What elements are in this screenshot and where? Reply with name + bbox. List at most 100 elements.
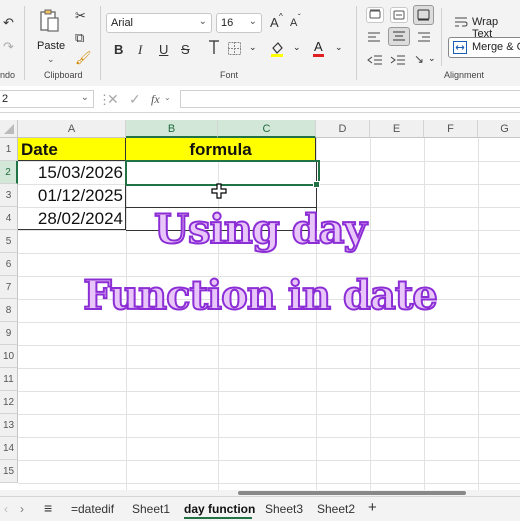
- chevron-down-icon[interactable]: ⌄: [293, 42, 301, 53]
- align-center-button[interactable]: [388, 27, 410, 46]
- chevron-down-icon: ⌄: [248, 16, 257, 27]
- sheet-tabs-bar: ‹ › ≡ =datedif Sheet1 day function Sheet…: [0, 496, 520, 521]
- font-name-dropdown[interactable]: Arial ⌄: [106, 13, 212, 33]
- grow-font-icon[interactable]: A: [270, 16, 279, 29]
- font-name-value: Arial: [111, 17, 134, 29]
- font-size-dropdown[interactable]: 16 ⌄: [216, 13, 262, 33]
- align-right-icon[interactable]: [417, 30, 431, 48]
- chevron-down-icon: ⌄: [198, 16, 207, 27]
- row-header[interactable]: 11: [0, 368, 18, 391]
- insert-function-button[interactable]: fx: [151, 92, 160, 107]
- font-color-icon[interactable]: A: [313, 39, 324, 57]
- separator: [356, 6, 357, 80]
- scroll-left-icon[interactable]: ‹: [4, 502, 8, 516]
- alignment-group-label: Alignment: [444, 70, 485, 80]
- sheet-tab[interactable]: Sheet2: [317, 502, 355, 516]
- column-header-d[interactable]: D: [316, 120, 370, 138]
- sheet-tab[interactable]: Sheet1: [132, 502, 170, 516]
- bold-button[interactable]: B: [114, 43, 123, 56]
- row-header[interactable]: 13: [0, 414, 18, 437]
- fill-handle[interactable]: [313, 181, 320, 188]
- cell-a2[interactable]: 15/03/2026: [18, 161, 126, 184]
- redo-icon[interactable]: ↷: [3, 40, 14, 53]
- shrink-font-icon[interactable]: A: [290, 18, 297, 29]
- merge-icon: [453, 41, 467, 57]
- cut-icon[interactable]: ✂: [75, 9, 86, 22]
- italic-button[interactable]: I: [138, 43, 142, 56]
- font-effects-icon[interactable]: [208, 40, 220, 61]
- sheet-tab[interactable]: Sheet3: [265, 502, 303, 516]
- overlay-title-line2: Function in date: [82, 271, 439, 320]
- confirm-entry-icon[interactable]: ✓: [129, 91, 141, 108]
- scroll-right-icon[interactable]: ›: [20, 502, 24, 516]
- row-header[interactable]: 10: [0, 345, 18, 368]
- sheet-tab-active[interactable]: day function: [184, 502, 255, 516]
- font-size-value: 16: [221, 17, 234, 29]
- gridline: [18, 368, 520, 369]
- clipboard-group-label: Clipboard: [44, 70, 83, 80]
- strikethrough-button[interactable]: S: [181, 43, 190, 56]
- scrollbar-thumb[interactable]: [238, 491, 466, 495]
- gridline: [18, 391, 520, 392]
- decrease-indent-icon[interactable]: [367, 53, 383, 71]
- sheet-tab[interactable]: =datedif: [71, 502, 114, 516]
- cancel-entry-icon[interactable]: ✕: [107, 91, 119, 108]
- chevron-down-icon[interactable]: ⌄: [335, 42, 343, 53]
- overlay-title-line1: Using day: [153, 205, 368, 254]
- align-bottom-button[interactable]: [413, 5, 434, 25]
- copy-icon[interactable]: ⧉: [75, 31, 84, 44]
- font-color-glyph: A: [314, 39, 323, 54]
- formula-bar: 2 ⌄ ⋮ ✕ ✓ fx ⌄: [0, 86, 520, 113]
- cell-b1-c1-merged[interactable]: formula: [126, 138, 316, 161]
- borders-icon[interactable]: [228, 42, 241, 60]
- paste-dropdown-icon[interactable]: ⌄: [47, 54, 55, 65]
- gridline: [18, 322, 520, 323]
- row-header[interactable]: 3: [0, 184, 18, 207]
- underline-button[interactable]: U: [159, 43, 168, 56]
- row-header[interactable]: 12: [0, 391, 18, 414]
- row-header[interactable]: 14: [0, 437, 18, 460]
- increase-indent-icon[interactable]: [390, 53, 406, 71]
- select-all-corner[interactable]: [0, 120, 18, 138]
- align-left-icon[interactable]: [367, 30, 381, 48]
- name-box[interactable]: 2 ⌄: [0, 90, 94, 108]
- cell-a1[interactable]: Date: [18, 138, 126, 161]
- row-header[interactable]: 2: [0, 161, 18, 184]
- all-sheets-menu-icon[interactable]: ≡: [44, 500, 52, 516]
- column-header-a[interactable]: A: [18, 120, 126, 138]
- column-header-e[interactable]: E: [370, 120, 424, 138]
- column-header-f[interactable]: F: [424, 120, 478, 138]
- format-painter-icon[interactable]: 🖌: [75, 51, 92, 64]
- row-header[interactable]: 1: [0, 138, 18, 161]
- grow-arrow-icon: ^: [279, 12, 283, 21]
- orientation-icon[interactable]: ↘: [414, 52, 424, 66]
- cell-a3[interactable]: 01/12/2025: [18, 184, 126, 207]
- align-top-button[interactable]: [366, 7, 384, 23]
- chevron-down-icon: ⌄: [164, 93, 171, 102]
- column-header-g[interactable]: G: [478, 120, 520, 138]
- name-box-value: 2: [2, 93, 9, 105]
- ribbon: ↶ ↷ ndo Paste ⌄ ✂ ⧉ 🖌 Clipboard Arial ⌄ …: [0, 0, 520, 87]
- formula-input[interactable]: [180, 90, 520, 108]
- undo-icon[interactable]: ↶: [3, 16, 14, 29]
- fill-color-icon[interactable]: [270, 40, 284, 63]
- column-header-b[interactable]: B: [126, 120, 218, 138]
- shrink-arrow-icon: ˇ: [298, 13, 301, 22]
- merge-center-button[interactable]: Merge & C: [448, 37, 520, 58]
- chevron-down-icon: ⌄: [80, 92, 89, 103]
- align-middle-button[interactable]: [390, 7, 408, 23]
- gridline: [18, 437, 520, 438]
- gridline: [18, 414, 520, 415]
- chevron-down-icon[interactable]: ⌄: [428, 53, 436, 64]
- undo-group-label: ndo: [0, 70, 16, 80]
- merge-center-label: Merge & C: [472, 41, 520, 53]
- add-sheet-button[interactable]: +: [368, 499, 377, 516]
- row-header[interactable]: 9: [0, 322, 18, 345]
- row-header[interactable]: 15: [0, 460, 18, 483]
- font-group-label: Font: [220, 70, 239, 80]
- paste-button[interactable]: Paste: [37, 40, 65, 52]
- paste-icon[interactable]: [38, 8, 60, 34]
- chevron-down-icon[interactable]: ⌄: [249, 42, 257, 53]
- column-header-c[interactable]: C: [218, 120, 316, 138]
- cell-cursor-icon: [211, 183, 227, 204]
